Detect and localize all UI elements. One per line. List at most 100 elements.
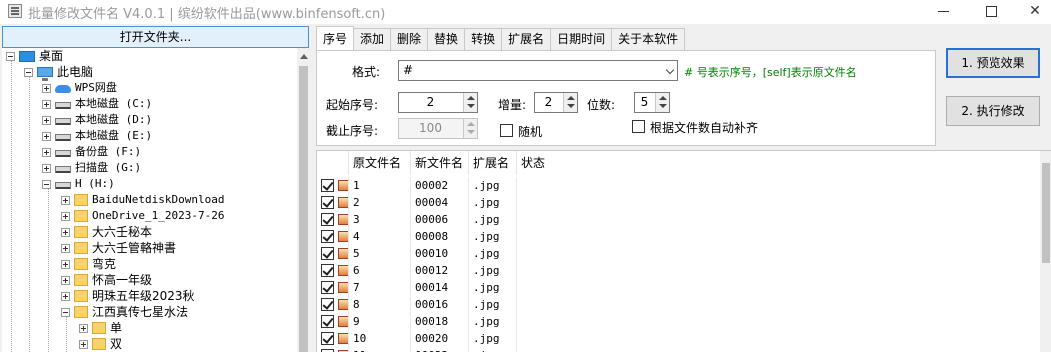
row-select-cell[interactable] [317, 211, 349, 228]
autopad-checkbox[interactable] [632, 120, 645, 133]
collapse-icon[interactable] [6, 51, 15, 61]
row-checkbox[interactable] [321, 332, 334, 345]
row-checkbox[interactable] [321, 213, 334, 226]
spin-up-icon[interactable] [467, 96, 475, 100]
file-row[interactable]: 4 00008 .jpg [317, 228, 1051, 245]
scroll-up-icon[interactable] [300, 54, 308, 59]
column-header-extension[interactable]: 扩展名 [469, 151, 517, 175]
tab-add[interactable]: 添加 [353, 28, 392, 50]
row-select-cell[interactable] [317, 279, 349, 296]
spin-up-icon[interactable] [567, 96, 575, 100]
tree-item-drive-c[interactable]: 本地磁盘 (C:) [42, 96, 152, 112]
expand-icon[interactable] [61, 227, 70, 237]
row-select-cell[interactable] [317, 177, 349, 194]
file-row[interactable]: 10 00020 .jpg [317, 330, 1051, 347]
tree-item-folder[interactable]: 弯克 [61, 256, 116, 272]
preview-button[interactable]: 1. 预览效果 [946, 48, 1040, 78]
open-folder-button[interactable]: 打开文件夹... [2, 26, 309, 48]
collapse-icon[interactable] [61, 307, 70, 317]
increment-spinner[interactable]: 2 [534, 92, 578, 113]
expand-icon[interactable] [79, 339, 88, 349]
tree-item-folder[interactable]: 江西真传七星水法 [61, 304, 188, 320]
row-checkbox[interactable] [321, 281, 334, 294]
expand-icon[interactable] [42, 131, 51, 141]
expand-icon[interactable] [79, 323, 88, 333]
expand-icon[interactable] [42, 83, 51, 93]
spin-down-icon[interactable] [467, 104, 475, 108]
tree-item-folder[interactable]: 大六壬管輅神書 [61, 240, 176, 256]
row-select-cell[interactable] [317, 313, 349, 330]
row-checkbox[interactable] [321, 315, 334, 328]
tab-convert[interactable]: 转换 [464, 28, 503, 50]
tree-item-desktop[interactable]: 桌面 [6, 48, 63, 64]
spin-down-icon[interactable] [567, 104, 575, 108]
tree-item-folder[interactable]: 双 [79, 336, 122, 352]
minimize-button[interactable] [920, 0, 966, 22]
file-row[interactable]: 5 00010 .jpg [317, 245, 1051, 262]
tab-replace[interactable]: 替换 [427, 28, 466, 50]
file-row[interactable]: 1100022.jpg [317, 347, 1051, 352]
tree-item-folder[interactable]: BaiduNetdiskDownload [61, 192, 224, 208]
row-select-cell[interactable] [317, 262, 349, 279]
tree-item-drive-h[interactable]: H (H:) [42, 176, 115, 192]
expand-icon[interactable] [42, 147, 51, 157]
tab-about[interactable]: 关于本软件 [611, 28, 686, 50]
random-checkbox[interactable] [500, 124, 513, 137]
tree-scrollbar[interactable] [297, 48, 310, 352]
row-checkbox[interactable] [321, 264, 334, 277]
file-row[interactable]: 2 00004 .jpg [317, 194, 1051, 211]
format-combobox[interactable]: # [398, 60, 678, 81]
expand-icon[interactable] [42, 163, 51, 173]
folder-tree[interactable]: 桌面 此电脑 WPS网盘 本地磁盘 (C:) 本地磁盘 (D:) 本地磁盘 (E… [2, 48, 297, 352]
column-header-new[interactable]: 新文件名 [411, 151, 469, 175]
execute-button[interactable]: 2. 执行修改 [946, 96, 1040, 126]
tree-item-folder[interactable]: 单 [79, 320, 122, 336]
spin-down-icon[interactable] [659, 104, 667, 108]
row-select-cell[interactable] [317, 245, 349, 262]
close-button[interactable]: ✕ [1012, 0, 1051, 22]
column-header-original[interactable]: 原文件名 [349, 151, 411, 175]
row-select-cell[interactable] [317, 194, 349, 211]
tree-item-folder[interactable]: OneDrive_1_2023-7-26 [61, 208, 224, 224]
expand-icon[interactable] [61, 243, 70, 253]
tab-extension[interactable]: 扩展名 [501, 28, 552, 50]
column-header-select[interactable] [317, 151, 349, 175]
tree-item-folder[interactable]: 大六壬秘本 [61, 224, 152, 240]
expand-icon[interactable] [61, 259, 70, 269]
row-checkbox[interactable] [321, 196, 334, 209]
spin-up-icon[interactable] [659, 96, 667, 100]
chevron-down-icon[interactable] [665, 65, 675, 75]
row-select-cell[interactable] [317, 296, 349, 313]
row-select-cell[interactable] [317, 228, 349, 245]
file-row[interactable]: 8 00016 .jpg [317, 296, 1051, 313]
expand-icon[interactable] [42, 99, 51, 109]
tab-datetime[interactable]: 日期时间 [550, 28, 613, 50]
tree-item-drive-f[interactable]: 备份盘 (F:) [42, 144, 141, 160]
tree-item-drive-d[interactable]: 本地磁盘 (D:) [42, 112, 152, 128]
scrollbar-thumb[interactable] [299, 66, 308, 352]
column-header-status[interactable]: 状态 [517, 151, 1037, 175]
collapse-icon[interactable] [42, 179, 51, 189]
row-checkbox[interactable] [321, 247, 334, 260]
tab-sequence[interactable]: 序号 [316, 26, 355, 50]
scrollbar-thumb[interactable] [1042, 163, 1050, 263]
file-row[interactable]: 9 00018 .jpg [317, 313, 1051, 330]
file-row[interactable]: 3 00006 .jpg [317, 211, 1051, 228]
start-number-spinner[interactable]: 2 [398, 92, 478, 113]
expand-icon[interactable] [61, 291, 70, 301]
tab-delete[interactable]: 删除 [390, 28, 429, 50]
expand-icon[interactable] [61, 211, 70, 221]
expand-icon[interactable] [42, 115, 51, 125]
tree-item-folder[interactable]: 怀高一年级 [61, 272, 152, 288]
tree-item-folder[interactable]: 明珠五年级2023秋 [61, 288, 195, 304]
file-list-scrollbar[interactable] [1040, 151, 1051, 352]
tree-item-wps-drive[interactable]: WPS网盘 [42, 80, 117, 96]
row-select-cell[interactable] [317, 347, 349, 352]
file-list[interactable]: 原文件名 新文件名 扩展名 状态 1 00002 .jpg 2 00004 .jpg 3 00… [316, 150, 1051, 352]
maximize-button[interactable] [968, 0, 1014, 22]
tree-item-this-pc[interactable]: 此电脑 [24, 64, 93, 81]
tree-item-drive-e[interactable]: 本地磁盘 (E:) [42, 128, 152, 144]
row-select-cell[interactable] [317, 330, 349, 347]
file-row[interactable]: 1 00002 .jpg [317, 177, 1051, 194]
collapse-icon[interactable] [24, 67, 33, 77]
